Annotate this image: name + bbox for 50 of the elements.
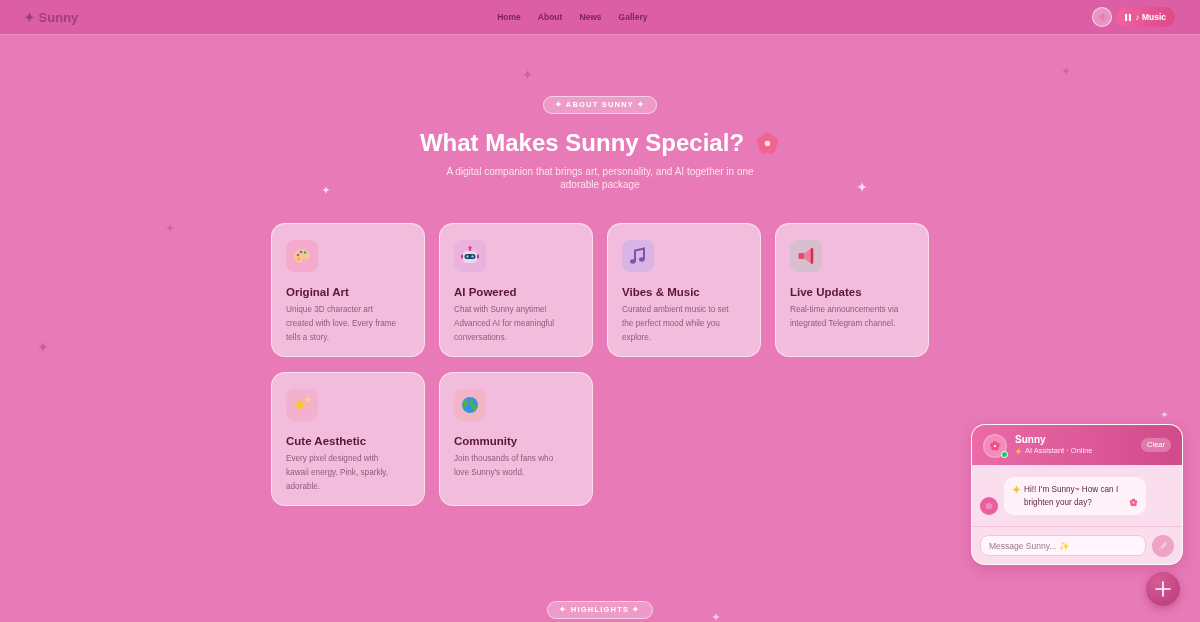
nav-link[interactable]: Gallery xyxy=(618,10,648,24)
feature-description: Chat with Sunny anytime! Advanced AI for meaningful conversations. xyxy=(454,304,556,344)
rocket-icon xyxy=(1158,540,1168,551)
sparkle-icon xyxy=(322,186,330,194)
flower-icon xyxy=(755,130,781,156)
sparkle-icon xyxy=(1015,447,1022,455)
nav-link[interactable]: Home xyxy=(497,10,521,24)
section-title: What Makes Sunny Special? xyxy=(419,128,745,158)
sparkle-icon xyxy=(166,224,174,232)
nav-link[interactable]: About xyxy=(537,10,563,24)
robot-icon xyxy=(454,240,486,272)
sparkle-icon xyxy=(1062,67,1070,75)
music-button[interactable]: ♪ Music xyxy=(1116,7,1175,27)
pause-icon xyxy=(1125,13,1132,21)
flower-icon xyxy=(1129,498,1138,507)
sparkle-icon xyxy=(38,342,48,352)
sparkle-icon xyxy=(712,613,720,621)
sparkle-icon xyxy=(1012,485,1021,494)
feature-title: Vibes & Music xyxy=(622,285,701,300)
message-text: Hi!! I'm Sunny~ How can I brighten your day? xyxy=(1024,484,1120,509)
add-button[interactable] xyxy=(1146,572,1180,606)
feature-title: Cute Aesthetic xyxy=(286,434,368,449)
feature-description: Real-time announcements via integrated Telegram channel. xyxy=(790,304,900,330)
globe-icon xyxy=(454,389,486,421)
message-input[interactable]: Message Sunny... ✨ xyxy=(980,535,1146,556)
feature-title: AI Powered xyxy=(454,285,518,300)
nav-link[interactable]: News xyxy=(579,10,602,24)
sparkle-icon xyxy=(523,70,532,79)
send-button[interactable] xyxy=(1152,534,1174,557)
feature-description: Unique 3D character art created with love. Every frame tells a story. xyxy=(286,304,398,344)
palette-icon xyxy=(286,240,318,272)
sparkles-icon xyxy=(286,389,318,421)
sparkle-icon xyxy=(1161,411,1168,418)
flower-avatar-icon xyxy=(980,497,998,515)
chat-name: Sunny xyxy=(1015,434,1047,446)
feature-description: Join thousands of fans who love Sunny's world. xyxy=(454,453,555,479)
feature-description: Curated ambient music to set the perfect mood while you explore. xyxy=(622,304,730,344)
volume-button[interactable] xyxy=(1092,7,1113,27)
feature-title: Community xyxy=(454,434,519,449)
flower-avatar-icon xyxy=(983,433,1007,458)
section-subtitle: A digital companion that brings art, personality, and AI together in one adorable package xyxy=(445,165,755,191)
megaphone-icon xyxy=(790,240,822,272)
feature-title: Live Updates xyxy=(790,285,863,300)
speaker-icon xyxy=(1097,12,1107,22)
plus-icon xyxy=(1155,581,1171,597)
feature-description: Every pixel designed with kawaii energy. Pink, sparkly, adorable. xyxy=(286,453,390,493)
feature-title: Original Art xyxy=(286,285,350,300)
music-note-icon xyxy=(622,240,654,272)
logo[interactable]: ✦ Sunny xyxy=(24,10,79,25)
sparkle-icon xyxy=(857,182,867,192)
